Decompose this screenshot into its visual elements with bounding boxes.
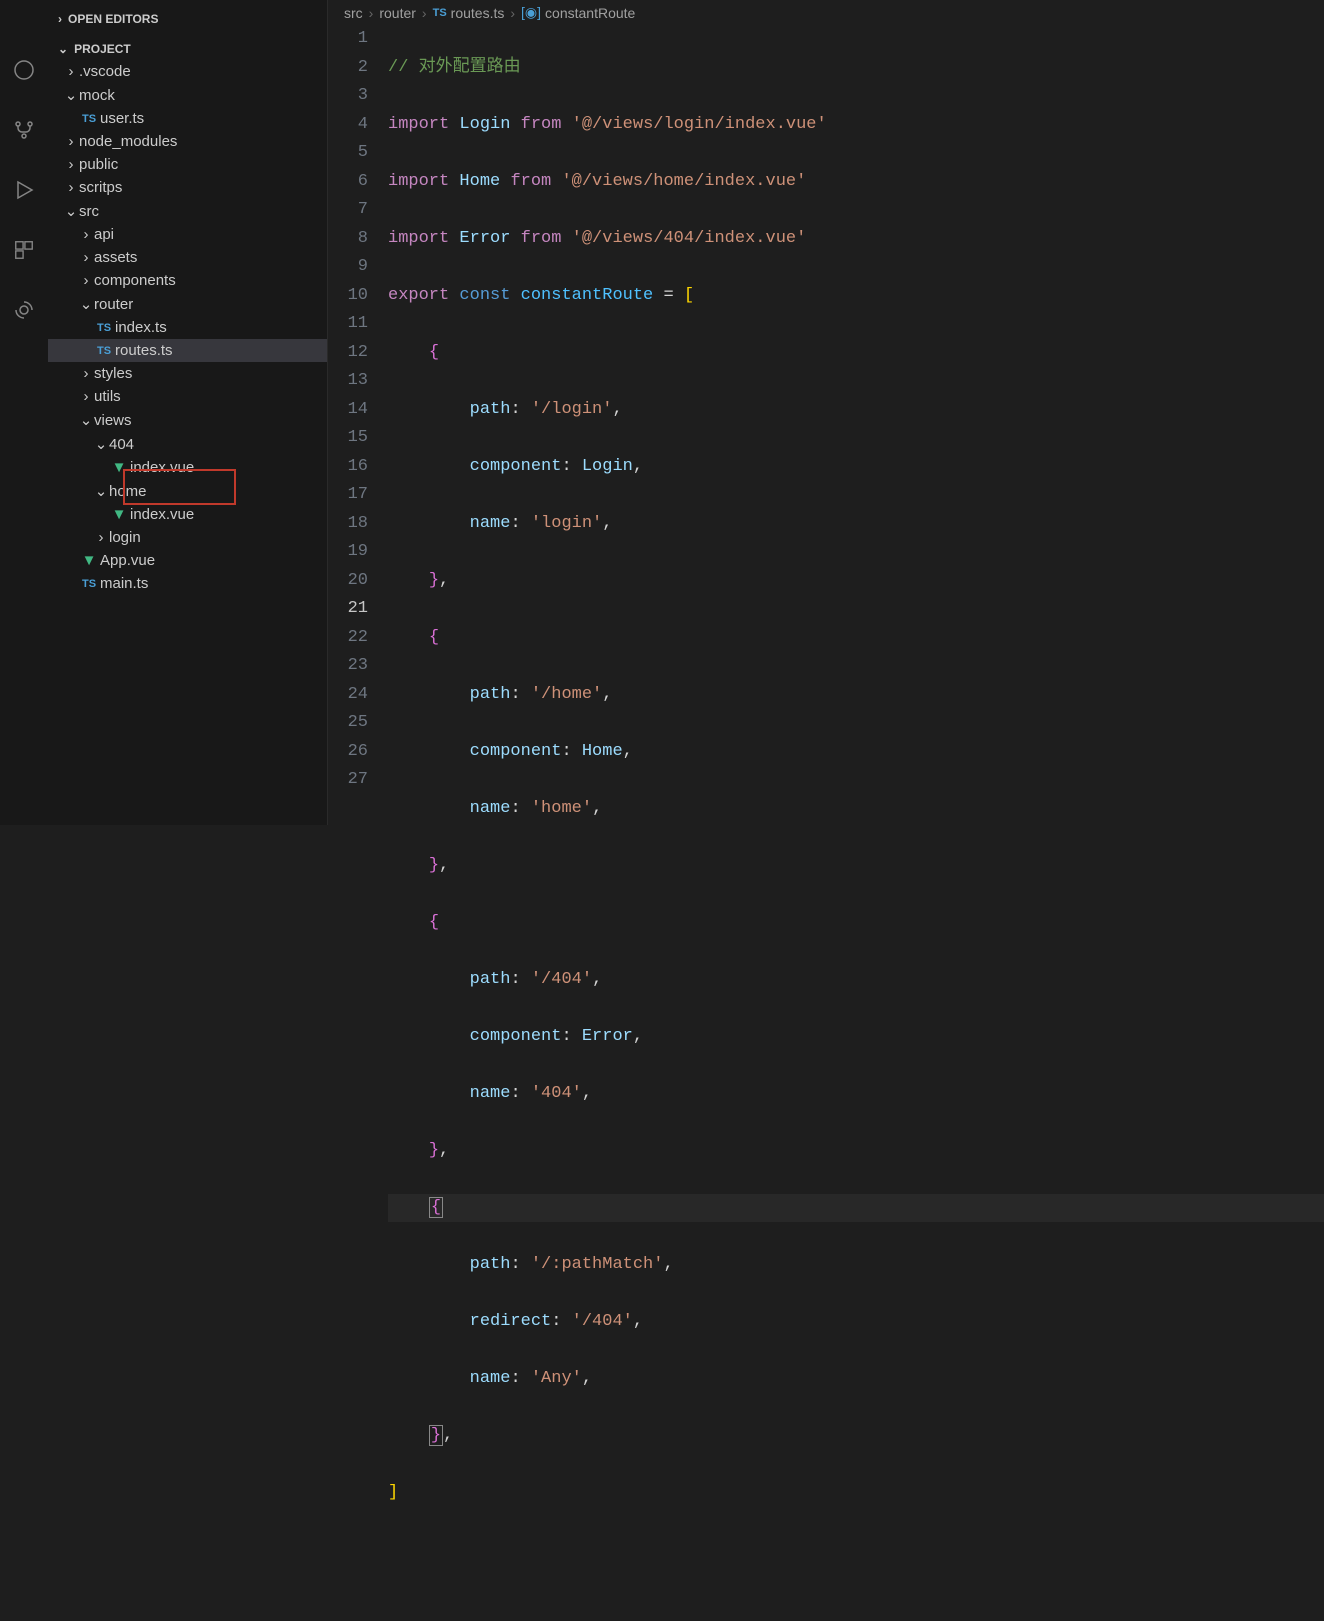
tree-folder-node-modules[interactable]: ›node_modules [48,130,327,153]
tree-folder-utils[interactable]: ›utils [48,385,327,408]
layout-icon[interactable] [10,236,38,264]
line-gutter: 1234567891011121314151617181920212223242… [328,25,388,1621]
tree-file-404-index-vue[interactable]: ▼index.vue [48,456,327,479]
editor-area: src › router › TS routes.ts › [◉] consta… [328,0,1324,825]
tree-folder-mock[interactable]: ⌄mock [48,83,327,107]
tree-file-home-index-vue[interactable]: ▼index.vue [48,503,327,526]
tree-folder-home[interactable]: ⌄home [48,479,327,503]
ts-icon: TS [433,7,447,19]
tree-folder-vscode[interactable]: ›.vscode [48,60,327,83]
tree-file-app-vue[interactable]: ▼App.vue [48,549,327,572]
project-label: PROJECT [74,42,131,56]
branch-icon[interactable] [10,116,38,144]
vue-icon: ▼ [78,552,100,569]
tree-folder-api[interactable]: ›api [48,223,327,246]
project-header[interactable]: ⌄ PROJECT [48,38,327,60]
breadcrumb-file[interactable]: routes.ts [451,5,505,21]
breadcrumb-symbol[interactable]: constantRoute [545,5,635,21]
chevron-right-icon: › [422,5,427,21]
tree-file-main-ts[interactable]: TSmain.ts [48,572,327,595]
chevron-right-icon: › [369,5,374,21]
tree-folder-public[interactable]: ›public [48,153,327,176]
tree-folder-scritps[interactable]: ›scritps [48,176,327,199]
tree-file-user-ts[interactable]: TSuser.ts [48,107,327,130]
tree-folder-views[interactable]: ⌄views [48,408,327,432]
tree-file-routes-ts[interactable]: TSroutes.ts [48,339,327,362]
open-editors-label: OPEN EDITORS [68,12,158,26]
vue-icon: ▼ [108,459,130,476]
ts-icon: TS [78,113,100,125]
variable-icon: [◉] [521,4,541,21]
ts-icon: TS [78,578,100,590]
sidebar: › OPEN EDITORS ⌄ PROJECT ›.vscode ⌄mock … [48,0,328,825]
breadcrumb-seg[interactable]: router [379,5,416,21]
breadcrumb[interactable]: src › router › TS routes.ts › [◉] consta… [328,0,1324,25]
ts-icon: TS [93,345,115,357]
tree-folder-src[interactable]: ⌄src [48,199,327,223]
debug-icon[interactable] [10,176,38,204]
tree-folder-router[interactable]: ⌄router [48,292,327,316]
tree-file-index-ts[interactable]: TSindex.ts [48,316,327,339]
chevron-right-icon: › [58,12,62,26]
code-content[interactable]: // 对外配置路由 import Login from '@/views/log… [388,25,1324,1621]
ts-icon: TS [93,322,115,334]
open-editors-header[interactable]: › OPEN EDITORS [48,8,327,30]
code-editor[interactable]: 1234567891011121314151617181920212223242… [328,25,1324,1621]
ai-icon[interactable] [10,296,38,324]
tree-folder-styles[interactable]: ›styles [48,362,327,385]
activity-bar [0,0,48,825]
tree-folder-components[interactable]: ›components [48,269,327,292]
tree-folder-404[interactable]: ⌄404 [48,432,327,456]
tree-folder-assets[interactable]: ›assets [48,246,327,269]
tree-folder-login[interactable]: ›login [48,526,327,549]
circle-icon[interactable] [10,56,38,84]
breadcrumb-seg[interactable]: src [344,5,363,21]
chevron-right-icon: › [510,5,515,21]
vue-icon: ▼ [108,506,130,523]
chevron-down-icon: ⌄ [58,42,68,56]
